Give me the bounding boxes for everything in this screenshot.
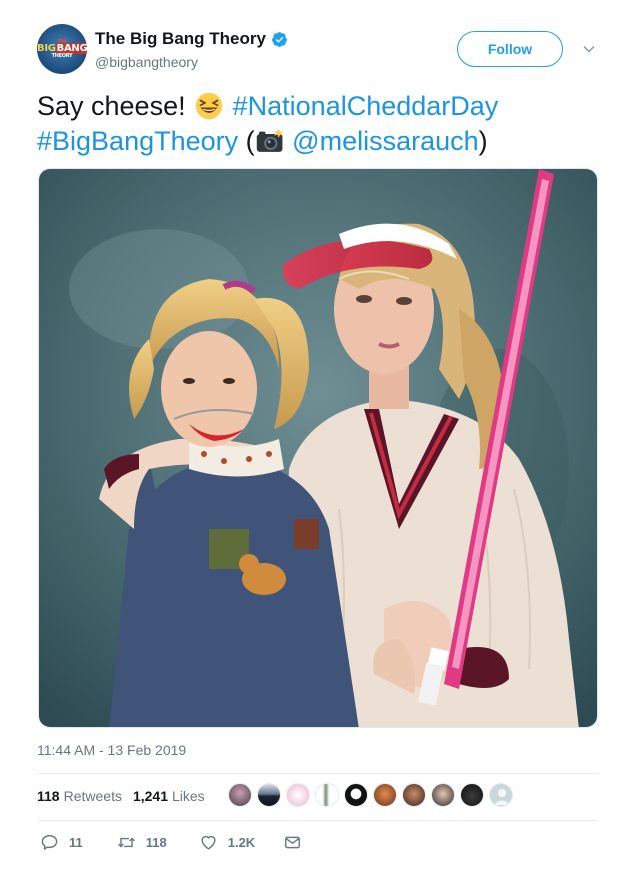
reply-count: 11 (69, 835, 83, 850)
avatar-logo: the BIGBANG THEORY (37, 38, 87, 59)
liker-avatar[interactable] (344, 783, 368, 807)
like-button[interactable]: 1.2K (199, 833, 255, 852)
retweet-count: 118 (145, 835, 167, 850)
retweets-stat[interactable]: 118 Retweets (37, 788, 122, 804)
envelope-icon (285, 836, 301, 849)
direct-message-button[interactable] (283, 833, 302, 852)
reply-icon (41, 835, 58, 850)
tweet-text-plain: Say cheese! (37, 91, 186, 121)
reply-button[interactable]: 11 (40, 833, 83, 852)
liker-avatar[interactable] (402, 783, 426, 807)
tweet-text: Say cheese! #NationalCheddarDay #BigBang… (37, 89, 602, 159)
liker-avatar[interactable] (228, 783, 252, 807)
paren-close: ) (478, 126, 488, 156)
retweet-button[interactable]: 118 (117, 833, 167, 852)
mention-melissarauch[interactable]: @melissarauch (292, 126, 478, 156)
liker-avatar[interactable] (460, 783, 484, 807)
follow-button[interactable]: Follow (457, 31, 563, 67)
engagement-stats: 118 Retweets 1,241 Likes (37, 788, 216, 804)
name-row: The Big Bang Theory (95, 29, 288, 49)
liker-avatar[interactable] (489, 783, 513, 807)
account-avatar[interactable]: the BIGBANG THEORY (37, 24, 87, 74)
verified-badge-icon (272, 31, 287, 47)
tweet-photo[interactable] (38, 168, 598, 728)
chevron-down-icon[interactable] (583, 44, 595, 54)
account-handle[interactable]: @bigbangtheory (95, 54, 198, 70)
liker-avatar[interactable] (257, 783, 281, 807)
liker-avatar[interactable] (373, 783, 397, 807)
liker-avatar[interactable] (286, 783, 310, 807)
liker-avatar[interactable] (315, 783, 339, 807)
display-name[interactable]: The Big Bang Theory (95, 29, 266, 49)
default-user-icon (494, 789, 510, 805)
paren-open: ( (245, 126, 255, 156)
tweet-timestamp[interactable]: 11:44 AM - 13 Feb 2019 (37, 742, 186, 758)
liker-avatar[interactable] (431, 783, 455, 807)
like-count: 1.2K (227, 835, 256, 850)
tweet-header: the BIGBANG THEORY The Big Bang Theory @… (37, 24, 597, 78)
heart-icon (201, 835, 216, 850)
liker-avatars (228, 783, 518, 807)
divider-bottom (37, 820, 597, 821)
photo-illustration (39, 169, 597, 727)
likes-stat[interactable]: 1,241 Likes (133, 788, 205, 804)
retweet-icon (117, 837, 135, 848)
laughing-emoji-icon (195, 92, 223, 120)
tweet-actions: 11 118 1.2K (40, 833, 326, 852)
hashtag-nationalcheddarday[interactable]: #NationalCheddarDay (233, 91, 499, 121)
camera-flash-emoji-icon (256, 128, 284, 152)
hashtag-bigbangtheory[interactable]: #BigBangTheory (37, 126, 238, 156)
divider-top (37, 773, 597, 774)
